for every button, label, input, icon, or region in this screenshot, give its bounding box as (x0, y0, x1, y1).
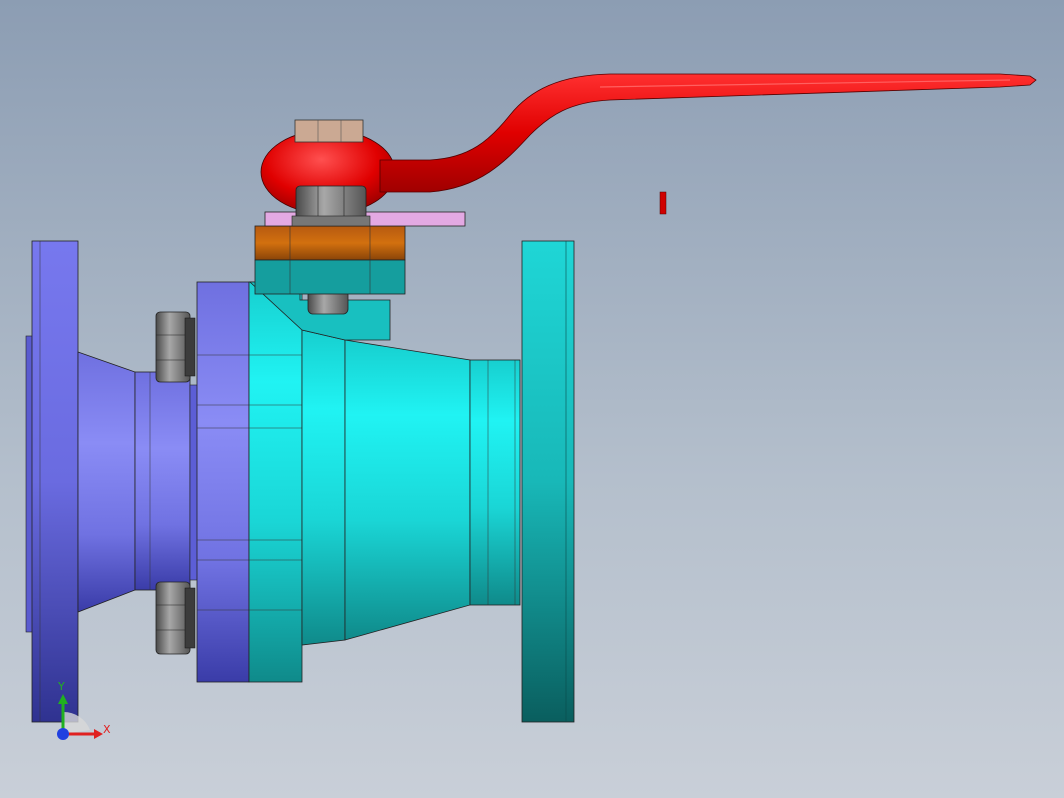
y-axis-label: Y (58, 680, 65, 693)
right-body[interactable] (248, 281, 521, 683)
coordinate-triad (57, 694, 103, 740)
lever-handle[interactable] (260, 73, 1037, 215)
graphics-viewport[interactable]: Y X (0, 0, 1064, 798)
cad-model-view[interactable] (0, 0, 1064, 798)
bolt-lower (155, 581, 196, 655)
top-nut (294, 119, 364, 143)
left-flange[interactable] (25, 240, 79, 723)
gland-bonnet[interactable] (254, 225, 406, 295)
x-axis-label: X (103, 723, 111, 736)
right-flange[interactable] (521, 240, 575, 723)
bonnet-hex-nut (291, 185, 371, 227)
bolt-upper (155, 311, 196, 383)
z-axis-dot (57, 728, 69, 740)
